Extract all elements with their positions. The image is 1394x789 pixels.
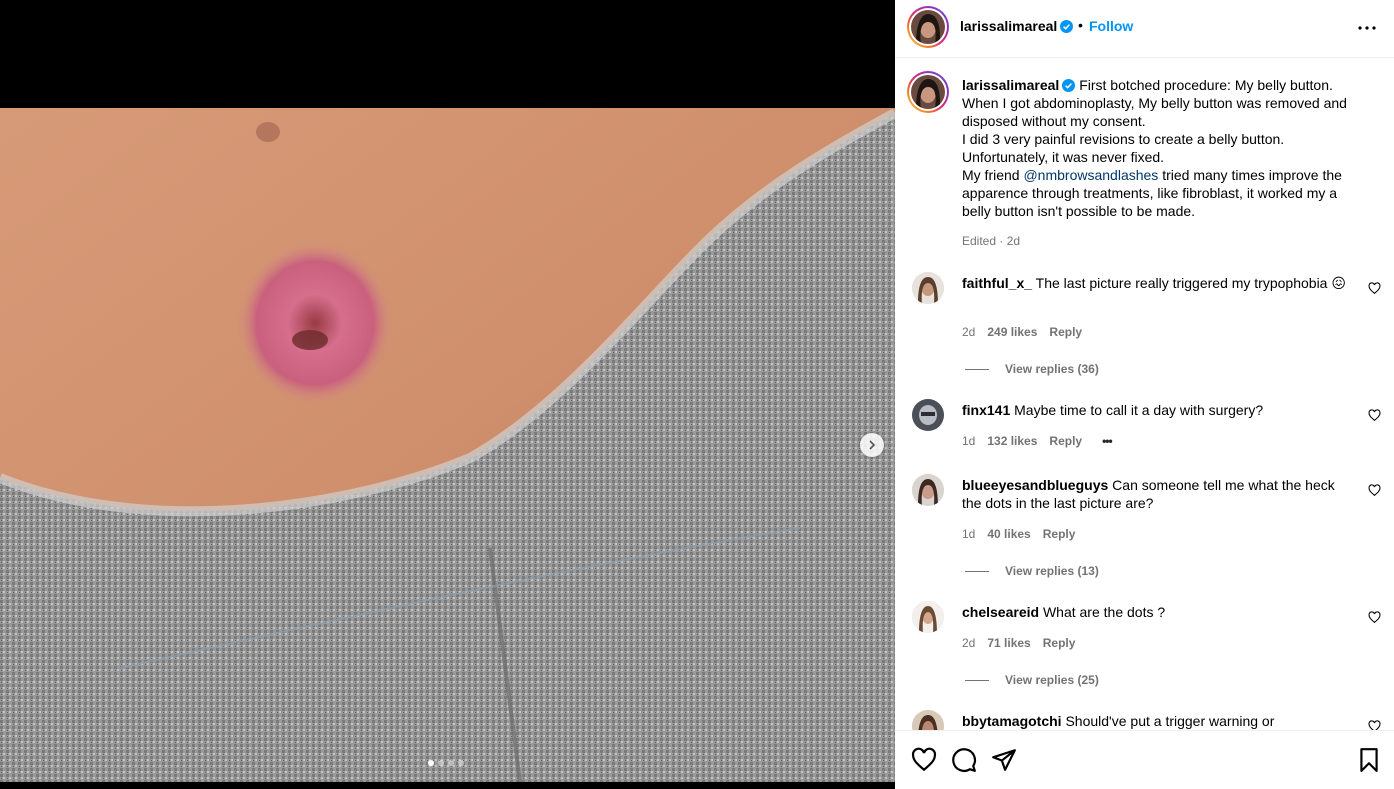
comments-panel[interactable]: larissalimareal First botched procedure:…	[895, 58, 1394, 730]
avatar-image	[911, 75, 945, 109]
caption-text: larissalimareal First botched procedure:…	[962, 76, 1362, 220]
avatar-image	[911, 10, 945, 44]
comment-username[interactable]: finx141	[962, 402, 1010, 418]
comment-likes[interactable]: 132 likes	[987, 434, 1037, 448]
chevron-right-icon	[869, 440, 876, 450]
paper-plane-icon[interactable]	[991, 747, 1017, 773]
caption-timestamp: Edited · 2d	[962, 234, 1021, 248]
post-photo	[0, 108, 895, 782]
heart-icon[interactable]	[1368, 611, 1381, 624]
view-replies-button[interactable]: View replies (13)	[965, 564, 1099, 578]
caption-mention-link[interactable]: @nmbrowsandlashes	[1023, 167, 1158, 183]
verified-badge-icon	[1060, 20, 1074, 33]
comment-username[interactable]: chelseareid	[962, 604, 1039, 620]
heart-icon[interactable]	[911, 747, 937, 773]
commenter-avatar[interactable]	[912, 601, 944, 633]
commenter-avatar[interactable]	[912, 399, 944, 431]
carousel-dot	[458, 760, 464, 766]
avatar-image	[912, 474, 944, 506]
author-username[interactable]: larissalimareal	[960, 18, 1074, 34]
comment-time[interactable]: 1d	[962, 434, 975, 448]
author-avatar[interactable]	[907, 71, 949, 113]
reply-button[interactable]: Reply	[1043, 636, 1076, 650]
carousel-next-button[interactable]	[860, 433, 884, 457]
comment-username[interactable]: bbytamagotchi	[962, 713, 1062, 729]
verified-badge-icon	[1062, 79, 1076, 92]
avatar-image	[912, 601, 944, 633]
comment-bubble-icon[interactable]	[951, 747, 977, 773]
heart-icon[interactable]	[1368, 720, 1381, 730]
view-replies-button[interactable]: View replies (25)	[965, 673, 1099, 687]
post-media	[0, 0, 895, 789]
avatar-image	[912, 272, 944, 304]
comment-time[interactable]: 2d	[962, 325, 975, 339]
avatar-image	[912, 399, 944, 431]
post-header: larissalimareal • Follow	[895, 0, 1394, 58]
comment-text: chelseareid What are the dots ?	[962, 604, 1166, 620]
comment-text: blueeyesandblueguys Can someone tell me …	[962, 477, 1335, 511]
comment-text: finx141 Maybe time to call it a day with…	[962, 402, 1264, 418]
reply-button[interactable]: Reply	[1049, 325, 1082, 339]
avatar-image	[912, 710, 944, 730]
separator-dot: •	[1078, 17, 1083, 33]
comment-meta: 1d 132 likes Reply •••	[962, 434, 1113, 448]
carousel-dot	[428, 760, 434, 766]
comment-meta: 1d 40 likes Reply	[962, 527, 1075, 541]
bookmark-icon[interactable]	[1356, 747, 1382, 773]
comment-text: faithful_x_ The last picture really trig…	[962, 275, 1346, 291]
caption-username[interactable]: larissalimareal	[962, 77, 1059, 93]
reply-button[interactable]: Reply	[1049, 434, 1082, 448]
comment-likes[interactable]: 71 likes	[987, 636, 1030, 650]
view-replies-button[interactable]: View replies (36)	[965, 362, 1099, 376]
follow-button[interactable]: Follow	[1089, 18, 1133, 34]
more-options-button[interactable]	[1355, 18, 1379, 38]
more-horizontal-icon	[1358, 26, 1376, 30]
comment-text: bbytamagotchi Should've put a trigger wa…	[962, 713, 1275, 729]
action-bar	[895, 730, 1394, 789]
commenter-avatar[interactable]	[912, 272, 944, 304]
post-sidebar: larissalimareal • Follow larissalimareal…	[895, 0, 1394, 789]
comment-meta: 2d 249 likes Reply	[962, 325, 1082, 339]
comment-time[interactable]: 1d	[962, 527, 975, 541]
reply-button[interactable]: Reply	[1043, 527, 1076, 541]
comment-meta: 2d 71 likes Reply	[962, 636, 1075, 650]
heart-icon[interactable]	[1368, 282, 1381, 295]
comment-likes[interactable]: 249 likes	[987, 325, 1037, 339]
carousel-indicator	[428, 760, 464, 766]
carousel-dot	[448, 760, 454, 766]
commenter-avatar[interactable]	[912, 474, 944, 506]
heart-icon[interactable]	[1368, 484, 1381, 497]
comment-likes[interactable]: 40 likes	[987, 527, 1030, 541]
author-avatar[interactable]	[907, 6, 949, 48]
comment-options-button[interactable]: •••	[1102, 434, 1113, 448]
comment-time[interactable]: 2d	[962, 636, 975, 650]
comment-username[interactable]: blueeyesandblueguys	[962, 477, 1108, 493]
comment-username[interactable]: faithful_x_	[962, 275, 1032, 291]
heart-icon[interactable]	[1368, 409, 1381, 422]
carousel-dot	[438, 760, 444, 766]
commenter-avatar[interactable]	[912, 710, 944, 730]
